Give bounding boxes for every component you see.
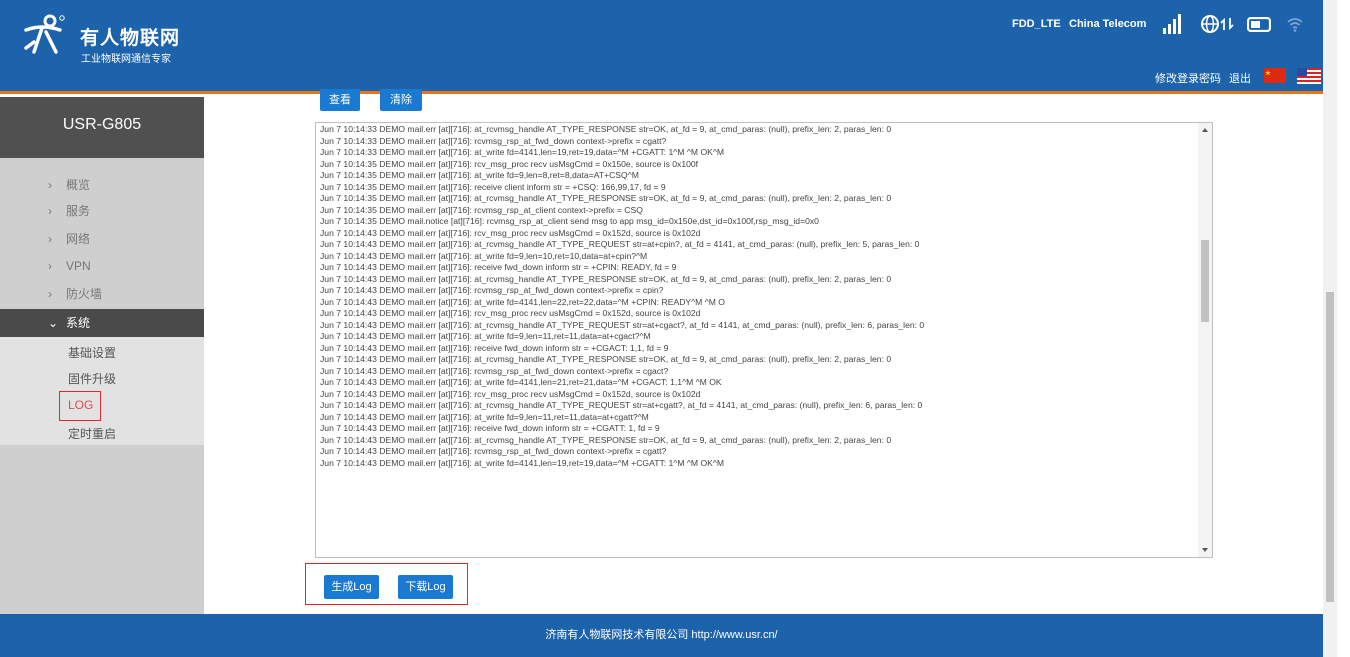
- wifi-off-icon: [1287, 18, 1303, 32]
- log-line: Jun 7 10:14:43 DEMO mail.err [at][716]: …: [320, 342, 669, 353]
- sidebar-item-label: 服务: [66, 204, 91, 218]
- sidebar-item-firewall[interactable]: › 防火墙: [0, 281, 204, 307]
- log-line: Jun 7 10:14:43 DEMO mail.err [at][716]: …: [320, 262, 677, 272]
- log-line: Jun 7 10:14:43 DEMO mail.err [at][716]: …: [320, 331, 651, 341]
- log-scrollbar[interactable]: [1198, 123, 1212, 557]
- brand-title: 有人物联网: [80, 28, 181, 49]
- system-submenu: 基础设置 固件升级 LOG 定时重启: [0, 337, 204, 445]
- clear-button[interactable]: 清除: [380, 89, 422, 111]
- chevron-right-icon: ›: [48, 178, 52, 192]
- log-line: Jun 7 10:14:43 DEMO mail.err [at][716]: …: [320, 377, 722, 387]
- log-line: Jun 7 10:14:35 DEMO mail.notice [at][716…: [320, 216, 819, 226]
- log-line: Jun 7 10:14:43 DEMO mail.err [at][716]: …: [320, 411, 649, 422]
- log-line: Jun 7 10:14:33 DEMO mail.err [at][716]: …: [320, 124, 892, 134]
- log-line: Jun 7 10:14:43 DEMO mail.err [at][716]: …: [320, 285, 664, 295]
- logout-link[interactable]: 退出: [1229, 70, 1251, 86]
- log-highlight-box: [59, 391, 101, 421]
- log-line: Jun 7 10:14:43 DEMO mail.err [at][716]: …: [320, 308, 701, 318]
- submenu-scheduled-reboot[interactable]: 定时重启: [68, 425, 116, 442]
- change-password-link[interactable]: 修改登录密码: [1155, 70, 1221, 86]
- log-line: Jun 7 10:14:33 DEMO mail.err [at][716]: …: [320, 135, 667, 146]
- download-log-button[interactable]: 下载Log: [398, 575, 453, 599]
- logo-person-icon: [24, 14, 65, 54]
- chevron-down-icon: ⌄: [48, 316, 59, 330]
- log-line: Jun 7 10:14:35 DEMO mail.err [at][716]: …: [320, 158, 699, 169]
- chevron-right-icon: ›: [48, 204, 52, 218]
- sidebar: USR-G805 › 概览 › 服务 › 网络 › VPN › 防火墙 ⌄ 系统…: [0, 97, 204, 614]
- header-bar: 有人物联网 工业物联网通信专家 FDD_LTE China Telecom 修改…: [0, 0, 1323, 94]
- submenu-firmware-upgrade[interactable]: 固件升级: [68, 370, 116, 387]
- main-content: 查看 清除 Jun 7 10:14:33 DEMO mail.err [at][…: [204, 89, 1323, 614]
- log-line: Jun 7 10:14:35 DEMO mail.err [at][716]: …: [320, 193, 892, 203]
- sidebar-item-network[interactable]: › 网络: [0, 226, 204, 252]
- log-line: Jun 7 10:14:43 DEMO mail.err [at][716]: …: [320, 227, 701, 238]
- page-scrollbar[interactable]: [1323, 0, 1337, 657]
- sim-card-icon: [1247, 17, 1271, 32]
- submenu-basic-settings[interactable]: 基础设置: [68, 344, 116, 361]
- network-type: FDD_LTE: [1012, 18, 1061, 30]
- log-line: Jun 7 10:14:43 DEMO mail.err [at][716]: …: [320, 273, 892, 284]
- log-line: Jun 7 10:14:43 DEMO mail.err [at][716]: …: [320, 365, 669, 376]
- scroll-up-icon[interactable]: [1202, 128, 1208, 132]
- generate-log-button[interactable]: 生成Log: [324, 575, 379, 599]
- page: 有人物联网 工业物联网通信专家 FDD_LTE China Telecom 修改…: [0, 0, 1350, 657]
- sidebar-item-overview[interactable]: › 概览: [0, 172, 204, 198]
- log-line: Jun 7 10:14:43 DEMO mail.err [at][716]: …: [320, 423, 660, 433]
- signal-bars-icon: [1163, 14, 1181, 34]
- china-flag-icon[interactable]: [1264, 68, 1286, 83]
- log-line: Jun 7 10:14:43 DEMO mail.err [at][716]: …: [320, 296, 725, 307]
- carrier-name: China Telecom: [1069, 18, 1147, 30]
- sidebar-item-label: 网络: [66, 232, 91, 246]
- sidebar-item-services[interactable]: › 服务: [0, 198, 204, 224]
- brand-subtitle: 工业物联网通信专家: [81, 54, 171, 65]
- log-lines: Jun 7 10:14:33 DEMO mail.err [at][716]: …: [320, 124, 1190, 469]
- chevron-right-icon: ›: [48, 232, 52, 246]
- log-line: Jun 7 10:14:43 DEMO mail.err [at][716]: …: [320, 319, 925, 330]
- log-line: Jun 7 10:14:35 DEMO mail.err [at][716]: …: [320, 170, 639, 180]
- sidebar-item-label: 系统: [66, 316, 91, 330]
- sidebar-item-vpn[interactable]: › VPN: [0, 253, 204, 279]
- log-line: Jun 7 10:14:35 DEMO mail.err [at][716]: …: [320, 204, 643, 215]
- footer: 济南有人物联网技术有限公司 http://www.usr.cn/: [0, 614, 1323, 657]
- log-line: Jun 7 10:14:43 DEMO mail.err [at][716]: …: [320, 457, 725, 468]
- sidebar-item-label: 概览: [66, 178, 91, 192]
- log-line: Jun 7 10:14:43 DEMO mail.err [at][716]: …: [320, 250, 648, 261]
- log-textarea[interactable]: Jun 7 10:14:33 DEMO mail.err [at][716]: …: [315, 122, 1213, 558]
- scroll-down-icon[interactable]: [1202, 548, 1208, 552]
- log-line: Jun 7 10:14:43 DEMO mail.err [at][716]: …: [320, 388, 701, 399]
- log-line: Jun 7 10:14:43 DEMO mail.err [at][716]: …: [320, 354, 892, 364]
- chevron-right-icon: ›: [48, 287, 52, 301]
- log-line: Jun 7 10:14:33 DEMO mail.err [at][716]: …: [320, 147, 725, 157]
- log-line: Jun 7 10:14:43 DEMO mail.err [at][716]: …: [320, 400, 923, 410]
- log-scroll-thumb[interactable]: [1201, 240, 1209, 322]
- log-line: Jun 7 10:14:43 DEMO mail.err [at][716]: …: [320, 434, 892, 445]
- chevron-right-icon: ›: [48, 259, 52, 273]
- log-line: Jun 7 10:14:43 DEMO mail.err [at][716]: …: [320, 239, 920, 249]
- device-name: USR-G805: [0, 97, 204, 158]
- log-line: Jun 7 10:14:35 DEMO mail.err [at][716]: …: [320, 181, 666, 192]
- sidebar-item-label: VPN: [66, 259, 91, 273]
- log-line: Jun 7 10:14:43 DEMO mail.err [at][716]: …: [320, 446, 667, 456]
- page-scroll-thumb[interactable]: [1326, 292, 1334, 602]
- sidebar-item-system[interactable]: ⌄ 系统: [0, 309, 204, 337]
- sidebar-item-label: 防火墙: [66, 287, 103, 301]
- view-button[interactable]: 查看: [320, 89, 360, 111]
- globe-data-icon: [1201, 15, 1234, 33]
- us-flag-icon[interactable]: [1297, 68, 1321, 84]
